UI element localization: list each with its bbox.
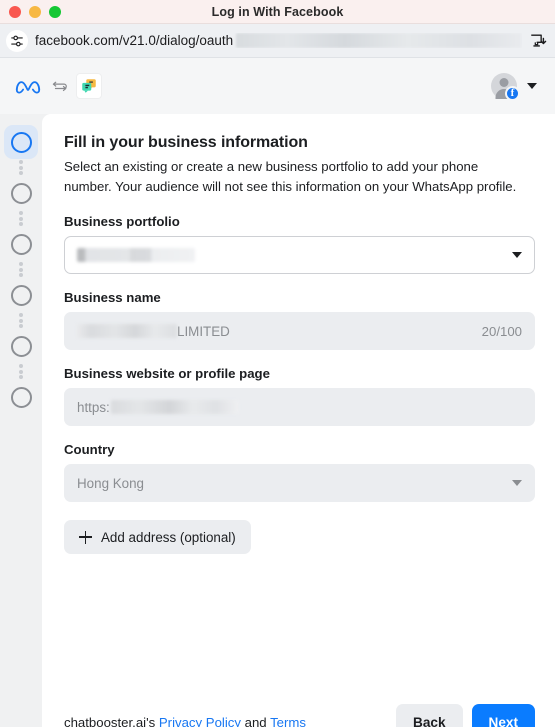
step-ring-icon <box>10 335 32 357</box>
stepper-connector-2 <box>19 210 23 227</box>
business-website-redacted-suffix <box>110 400 239 414</box>
field-business-portfolio: Business portfolio <box>64 214 535 274</box>
business-name-redacted-prefix <box>77 324 177 338</box>
business-website-value: https: <box>77 399 110 415</box>
page-body: Fill in your business information Select… <box>0 114 555 727</box>
stepper-connector-5 <box>19 363 23 380</box>
user-avatar-placeholder[interactable]: f <box>491 73 520 101</box>
stepper-connector-1 <box>19 159 23 176</box>
stepper-connector-3 <box>19 261 23 278</box>
step-ring-icon <box>10 131 32 153</box>
avatar-head-shape <box>499 78 509 87</box>
country-value: Hong Kong <box>77 475 145 491</box>
legal-text: chatbooster.ai's Privacy Policy and Term… <box>64 715 306 727</box>
business-website-label: Business website or profile page <box>64 366 270 381</box>
zoom-window-button[interactable] <box>49 5 61 18</box>
meta-infinity-logo <box>14 77 42 95</box>
stepper-step-2[interactable] <box>4 176 38 210</box>
terms-link[interactable]: Terms <box>270 715 306 727</box>
sliders-icon[interactable] <box>6 29 28 52</box>
window-title: Log in With Facebook <box>211 4 344 19</box>
footer-actions: Back Next <box>396 704 535 727</box>
step-ring-icon <box>10 233 32 255</box>
legal-conjunction: and <box>240 714 271 727</box>
window-title-bar: Log in With Facebook <box>0 0 555 24</box>
business-portfolio-label: Business portfolio <box>64 214 180 229</box>
country-label: Country <box>64 442 115 457</box>
step-ring-icon <box>10 284 32 306</box>
meta-header-right-group: f <box>491 73 537 101</box>
page-title: Fill in your business information <box>64 134 308 151</box>
sync-arrows-icon <box>51 79 68 94</box>
form-container: Fill in your business information Select… <box>42 114 555 693</box>
business-name-label: Business name <box>64 290 161 305</box>
field-business-name: Business name LIMITED 20/100 <box>64 290 535 350</box>
field-business-website: Business website or profile page https: <box>64 366 535 426</box>
url-input[interactable]: facebook.com/v21.0/dialog/oauth <box>35 33 522 48</box>
step-ring-icon <box>10 182 32 204</box>
browser-address-bar: facebook.com/v21.0/dialog/oauth <box>0 24 555 58</box>
url-text: facebook.com/v21.0/dialog/oauth <box>35 33 234 48</box>
stepper-step-5[interactable] <box>4 329 38 363</box>
business-name-value: LIMITED <box>177 323 230 339</box>
stepper-step-1[interactable] <box>4 125 38 159</box>
install-to-desktop-icon[interactable] <box>529 32 547 50</box>
add-address-button[interactable]: Add address (optional) <box>64 520 251 554</box>
chevron-down-icon[interactable] <box>527 83 537 89</box>
url-redacted-region <box>236 33 522 48</box>
facebook-badge-icon: f <box>505 86 520 101</box>
business-name-input[interactable]: LIMITED 20/100 <box>64 312 535 350</box>
card-footer: chatbooster.ai's Privacy Policy and Term… <box>42 693 555 727</box>
country-dropdown[interactable]: Hong Kong <box>64 464 535 502</box>
meta-header-left-group <box>14 74 101 98</box>
business-website-input[interactable]: https: <box>64 388 535 426</box>
step-ring-icon <box>10 386 32 408</box>
field-country: Country Hong Kong <box>64 442 535 502</box>
onboarding-stepper <box>0 114 42 727</box>
add-address-label: Add address (optional) <box>101 529 236 545</box>
plus-icon <box>79 530 92 544</box>
stepper-step-6[interactable] <box>4 380 38 414</box>
minimize-window-button[interactable] <box>29 5 41 18</box>
content-card: Fill in your business information Select… <box>42 114 555 727</box>
business-name-char-counter: 20/100 <box>481 323 522 339</box>
page-subtitle: Select an existing or create a new busin… <box>64 159 517 194</box>
meta-header-bar: f <box>0 58 555 114</box>
close-window-button[interactable] <box>9 5 21 18</box>
chevron-down-icon <box>512 252 522 258</box>
stepper-step-4[interactable] <box>4 278 38 312</box>
stepper-step-3[interactable] <box>4 227 38 261</box>
stepper-connector-4 <box>19 312 23 329</box>
business-portfolio-redacted-value <box>77 248 195 262</box>
legal-prefix: chatbooster.ai's <box>64 714 159 727</box>
business-portfolio-dropdown[interactable] <box>64 236 535 274</box>
next-button[interactable]: Next <box>471 704 535 727</box>
chat-bubbles-app-icon <box>77 74 101 98</box>
traffic-light-buttons <box>0 5 61 18</box>
privacy-policy-link[interactable]: Privacy Policy <box>159 715 241 727</box>
back-button[interactable]: Back <box>396 704 463 727</box>
chevron-down-icon <box>512 480 522 486</box>
